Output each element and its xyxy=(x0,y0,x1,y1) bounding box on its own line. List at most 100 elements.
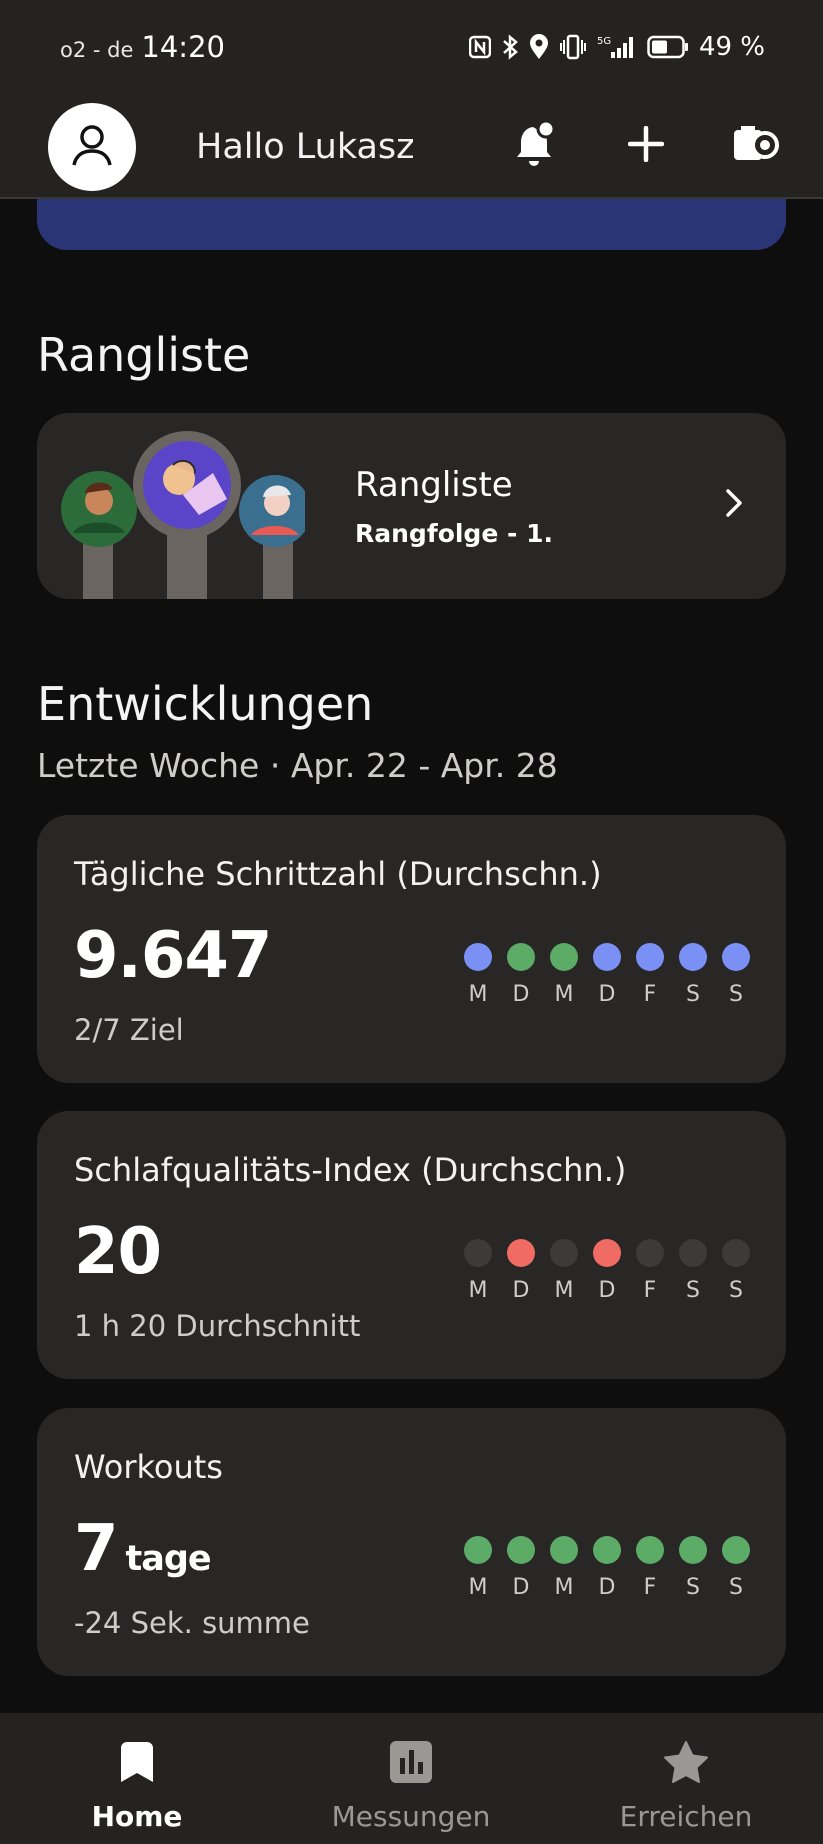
workouts-duration-note: -24 Sek. summe xyxy=(74,1606,310,1640)
day-indicator: F xyxy=(636,1536,664,1600)
vibrate-icon xyxy=(559,34,587,60)
add-button[interactable] xyxy=(620,120,672,172)
day-indicator: M xyxy=(464,943,492,1007)
day-indicator: D xyxy=(593,1239,621,1303)
day-dot xyxy=(507,1536,535,1564)
day-dot xyxy=(722,1239,750,1267)
day-dot xyxy=(679,1239,707,1267)
day-indicator: M xyxy=(550,1239,578,1303)
day-dot xyxy=(593,1239,621,1267)
podium-illustration-icon xyxy=(55,431,311,603)
day-indicator: S xyxy=(722,1536,750,1600)
devices-button[interactable] xyxy=(730,120,782,172)
sleep-value: 20 xyxy=(74,1215,162,1289)
watch-icon xyxy=(732,124,780,168)
trends-heading: Entwicklungen xyxy=(37,677,374,731)
day-label: D xyxy=(512,982,530,1007)
day-dot xyxy=(550,1239,578,1267)
sleep-card[interactable]: Schlafqualitäts-Index (Durchschn.) 20 1 … xyxy=(37,1111,786,1379)
day-dot xyxy=(722,943,750,971)
signal-icon: 5G xyxy=(597,34,637,60)
day-indicator: D xyxy=(507,1536,535,1600)
trends-date-range: Letzte Woche · Apr. 22 - Apr. 28 xyxy=(37,746,558,785)
bookmark-icon xyxy=(119,1737,155,1787)
day-label: M xyxy=(468,1278,488,1303)
nav-measurements-label: Messungen xyxy=(331,1800,491,1833)
profile-avatar[interactable] xyxy=(48,103,136,191)
workouts-card[interactable]: Workouts 7 tage -24 Sek. summe MDMDFSS xyxy=(37,1408,786,1676)
day-dot xyxy=(679,1536,707,1564)
day-indicator: D xyxy=(593,943,621,1007)
plus-icon xyxy=(627,125,665,166)
day-label: S xyxy=(686,1575,700,1600)
day-dot xyxy=(464,1536,492,1564)
notifications-button[interactable] xyxy=(510,119,562,173)
day-indicator: F xyxy=(636,943,664,1007)
sleep-week-dots: MDMDFSS xyxy=(464,1239,750,1303)
day-label: F xyxy=(643,1575,657,1600)
steps-week-dots: MDMDFSS xyxy=(464,943,750,1007)
workouts-title: Workouts xyxy=(74,1448,223,1486)
day-label: M xyxy=(554,1575,574,1600)
day-indicator: D xyxy=(593,1536,621,1600)
day-dot xyxy=(636,1536,664,1564)
day-indicator: S xyxy=(679,1536,707,1600)
steps-goal-note: 2/7 Ziel xyxy=(74,1013,184,1047)
bottom-navigation: Home Messungen Erreichen xyxy=(0,1713,823,1844)
day-dot xyxy=(636,943,664,971)
day-label: D xyxy=(598,1278,616,1303)
day-dot xyxy=(593,1536,621,1564)
bell-icon xyxy=(514,119,558,173)
sleep-duration-note: 1 h 20 Durchschnitt xyxy=(74,1309,361,1343)
day-label: D xyxy=(512,1278,530,1303)
day-dot xyxy=(507,943,535,971)
day-dot xyxy=(464,1239,492,1267)
day-dot xyxy=(679,943,707,971)
day-label: F xyxy=(643,982,657,1007)
day-indicator: D xyxy=(507,943,535,1007)
nav-home-label: Home xyxy=(91,1800,183,1833)
steps-card[interactable]: Tägliche Schrittzahl (Durchschn.) 9.647 … xyxy=(37,815,786,1083)
battery-icon xyxy=(647,35,689,59)
location-icon xyxy=(529,34,549,60)
nfc-icon xyxy=(468,35,491,59)
leaderboard-heading: Rangliste xyxy=(37,328,251,382)
day-label: S xyxy=(729,982,743,1007)
day-indicator: M xyxy=(550,943,578,1007)
clock: 14:20 xyxy=(141,30,225,64)
day-indicator: M xyxy=(464,1536,492,1600)
day-label: D xyxy=(512,1575,530,1600)
user-icon xyxy=(69,122,115,172)
day-indicator: D xyxy=(507,1239,535,1303)
star-icon xyxy=(663,1737,709,1787)
nav-home[interactable]: Home xyxy=(0,1713,274,1844)
day-dot xyxy=(464,943,492,971)
day-dot xyxy=(507,1239,535,1267)
day-label: M xyxy=(468,982,488,1007)
day-label: S xyxy=(729,1278,743,1303)
battery-percent: 49 % xyxy=(698,32,765,62)
status-bar: o2 - de 14:20 5G 49 % xyxy=(0,0,823,94)
day-indicator: M xyxy=(550,1536,578,1600)
workouts-value: 7 tage xyxy=(74,1512,212,1586)
steps-value: 9.647 xyxy=(74,919,272,993)
nav-measurements[interactable]: Messungen xyxy=(274,1713,548,1844)
day-indicator: S xyxy=(679,943,707,1007)
day-indicator: S xyxy=(679,1239,707,1303)
day-label: S xyxy=(729,1575,743,1600)
day-dot xyxy=(636,1239,664,1267)
day-label: S xyxy=(686,1278,700,1303)
day-dot xyxy=(550,1536,578,1564)
day-label: M xyxy=(554,1278,574,1303)
carrier-label: o2 - de xyxy=(60,38,134,62)
sleep-title: Schlafqualitäts-Index (Durchschn.) xyxy=(74,1151,627,1189)
day-label: D xyxy=(598,982,616,1007)
leaderboard-rank: Rangfolge - 1. xyxy=(355,519,553,548)
day-label: F xyxy=(643,1278,657,1303)
day-dot xyxy=(593,943,621,971)
leaderboard-card[interactable]: Rangliste Rangfolge - 1. xyxy=(37,413,786,599)
bluetooth-icon xyxy=(501,34,519,60)
day-dot xyxy=(550,943,578,971)
nav-achievements[interactable]: Erreichen xyxy=(549,1713,823,1844)
nav-achievements-label: Erreichen xyxy=(619,1800,753,1833)
